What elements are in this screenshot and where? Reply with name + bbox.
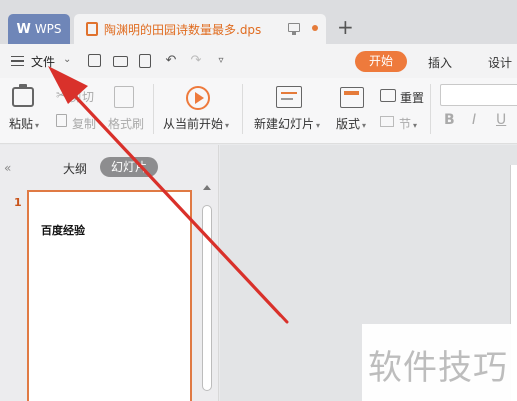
undo-icon[interactable]: ↶	[163, 54, 179, 68]
paste-button[interactable]: 粘贴 ▾	[9, 115, 39, 132]
wps-logo-icon: W	[16, 21, 31, 37]
redo-icon[interactable]: ↷	[188, 54, 204, 68]
font-name-input[interactable]	[440, 84, 517, 106]
monitor-icon[interactable]	[288, 23, 300, 35]
new-slide-label: 新建幻灯片	[254, 117, 315, 131]
reset-button[interactable]: 重置	[400, 89, 424, 106]
layout-label: 版式	[336, 117, 361, 131]
new-slide-button[interactable]: 新建幻灯片 ▾	[254, 115, 320, 132]
new-tab-plus-icon[interactable]: +	[337, 17, 354, 37]
copy-button[interactable]: 复制	[72, 115, 96, 132]
slide-thumbnail-text: 百度经验	[41, 224, 85, 237]
section-icon[interactable]	[380, 116, 394, 127]
scissors-icon[interactable]: ✂	[56, 88, 66, 102]
play-from-current-label: 从当前开始	[163, 117, 224, 131]
paste-label: 粘贴	[9, 117, 34, 131]
watermark: 软件技巧	[362, 324, 517, 401]
chevron-down-icon: ▾	[225, 121, 230, 130]
reset-icon[interactable]	[380, 89, 396, 102]
section-label: 节	[399, 117, 412, 131]
copy-icon[interactable]	[56, 114, 67, 127]
section-button[interactable]: 节 ▾	[399, 115, 417, 132]
ribbon-divider	[242, 84, 243, 134]
chevron-down-icon: ▾	[413, 121, 418, 130]
ribbon-divider	[153, 84, 154, 134]
italic-button[interactable]: I	[472, 112, 476, 128]
chevron-down-icon[interactable]: ⌄	[63, 54, 71, 65]
watermark-text: 软件技巧	[368, 348, 508, 388]
paste-icon[interactable]	[12, 84, 34, 107]
file-menu-button[interactable]: 文件	[31, 53, 55, 70]
scroll-up-arrow-icon[interactable]	[203, 185, 211, 190]
layout-button[interactable]: 版式 ▾	[336, 115, 366, 132]
chevron-down-icon: ▾	[35, 121, 40, 130]
tab-start[interactable]: 开始	[355, 51, 407, 72]
format-painter-icon[interactable]	[114, 86, 134, 108]
ribbon-divider	[430, 84, 431, 134]
ribbon-toolbar: 粘贴 ▾ ✂ 剪切 复制 格式刷 从当前开始 ▾ 新建幻灯片 ▾ 版式 ▾ 重置 节 ▾ …	[0, 78, 517, 144]
chevron-down-icon: ▾	[316, 121, 321, 130]
format-painter-button[interactable]: 格式刷	[108, 115, 144, 132]
cut-button[interactable]: 剪切	[70, 88, 94, 105]
tab-insert[interactable]: 插入	[428, 54, 452, 71]
tab-outline[interactable]: 大纲	[63, 160, 87, 177]
play-from-current-button[interactable]: 从当前开始 ▾	[163, 115, 229, 132]
chevron-down-icon: ▾	[362, 121, 367, 130]
play-icon[interactable]	[186, 86, 210, 110]
slide-navigation-panel: « 大纲 幻灯片 1 百度经验	[0, 145, 219, 401]
tab-slides[interactable]: 幻灯片	[100, 157, 158, 177]
print-icon[interactable]	[113, 56, 128, 67]
menu-row: 文件 ⌄ ↶ ↷ ▿ 开始 插入 设计	[0, 44, 517, 78]
unsaved-dot-icon	[312, 25, 318, 31]
wps-tab-label: WPS	[34, 22, 62, 36]
collapse-panel-icon[interactable]: «	[4, 161, 11, 175]
print-preview-icon[interactable]	[139, 54, 151, 68]
wps-home-tab[interactable]: W WPS	[8, 14, 70, 44]
slide-number: 1	[14, 196, 22, 209]
scrollbar-thumb[interactable]	[202, 205, 212, 391]
presentation-file-icon	[86, 22, 98, 36]
customize-toolbar-icon[interactable]: ▿	[213, 54, 229, 68]
document-tab[interactable]: 陶渊明的田园诗数量最多.dps	[74, 14, 326, 44]
new-slide-icon[interactable]	[276, 86, 302, 108]
slide-thumbnail[interactable]: 百度经验	[27, 190, 192, 401]
document-tab-title: 陶渊明的田园诗数量最多.dps	[104, 22, 262, 37]
save-icon[interactable]	[88, 54, 101, 67]
bold-button[interactable]: B	[444, 112, 455, 128]
underline-button[interactable]: U	[496, 112, 506, 128]
layout-icon[interactable]	[340, 87, 364, 108]
title-tab-bar: W WPS 陶渊明的田园诗数量最多.dps +	[0, 0, 517, 44]
panel-scrollbar[interactable]	[200, 183, 214, 401]
hamburger-menu-icon[interactable]	[11, 56, 24, 66]
tab-design[interactable]: 设计	[488, 54, 512, 71]
